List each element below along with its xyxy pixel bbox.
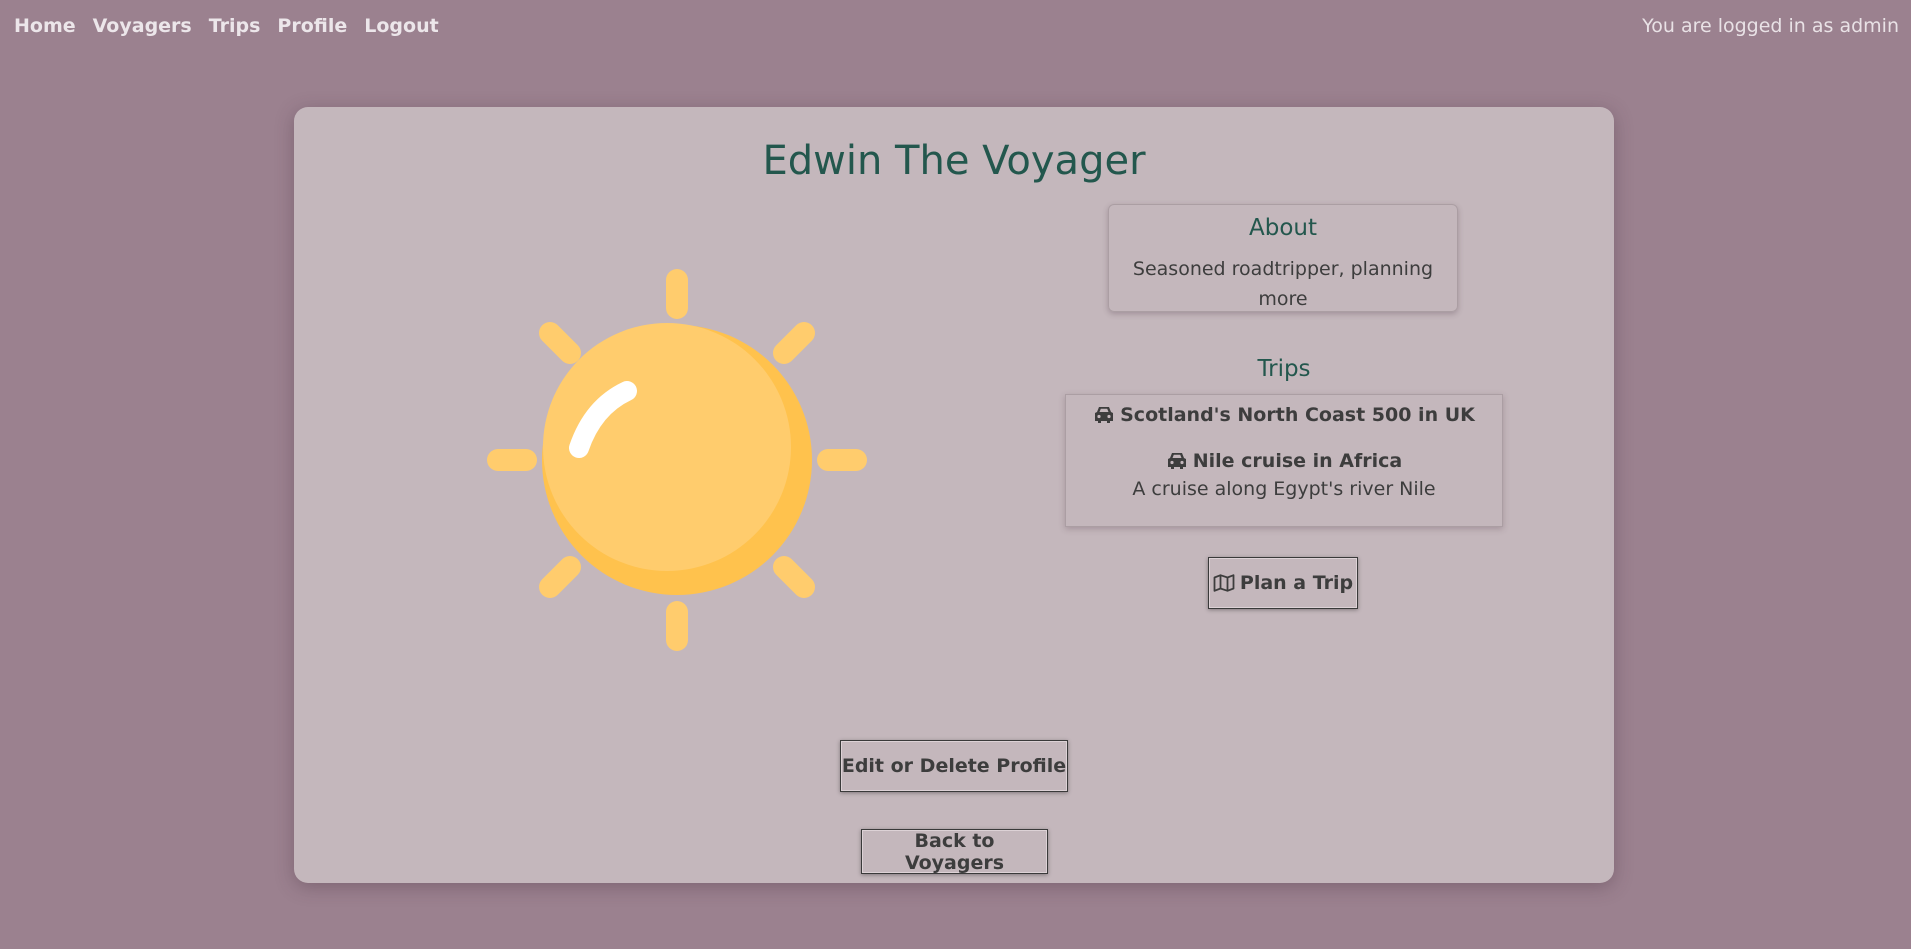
- trips-heading: Trips: [1257, 356, 1311, 382]
- navbar: Home Voyagers Trips Profile Logout You a…: [0, 0, 1911, 52]
- sun-icon: [487, 269, 867, 651]
- login-status: You are logged in as admin: [1642, 15, 1899, 37]
- about-section: About Seasoned roadtripper, planning mor…: [1108, 204, 1458, 312]
- car-icon: [1095, 407, 1114, 423]
- trip-title: Scotland's North Coast 500 in UK: [1120, 404, 1475, 426]
- profile-card: Edwin The Voyager About Seasoned roadtri…: [294, 107, 1614, 883]
- trips-list: Scotland's North Coast 500 in UK Nile cr…: [1065, 394, 1503, 527]
- nav-home-link[interactable]: Home: [14, 14, 76, 38]
- nav-trips-link[interactable]: Trips: [209, 14, 261, 38]
- back-to-voyagers-button[interactable]: Back to Voyagers: [861, 829, 1048, 874]
- trip-description: A cruise along Egypt's river Nile: [1132, 478, 1436, 500]
- trip-item[interactable]: Nile cruise in Africa A cruise along Egy…: [1066, 449, 1502, 504]
- page-title: Edwin The Voyager: [762, 138, 1146, 184]
- trip-item[interactable]: Scotland's North Coast 500 in UK: [1066, 403, 1502, 428]
- plan-trip-label: Plan a Trip: [1239, 572, 1354, 594]
- nav-links: Home Voyagers Trips Profile Logout: [14, 14, 439, 38]
- map-icon: [1213, 574, 1235, 592]
- nav-voyagers-link[interactable]: Voyagers: [93, 14, 192, 38]
- edit-profile-button[interactable]: Edit or Delete Profile: [840, 740, 1068, 792]
- about-title: About: [1248, 215, 1317, 241]
- about-text: Seasoned roadtripper, planning more: [1132, 258, 1434, 310]
- nav-logout-link[interactable]: Logout: [364, 14, 438, 38]
- avatar: [452, 235, 902, 685]
- trip-title: Nile cruise in Africa: [1192, 450, 1403, 472]
- plan-trip-button[interactable]: Plan a Trip: [1208, 557, 1358, 609]
- nav-profile-link[interactable]: Profile: [277, 14, 347, 38]
- car-icon: [1167, 453, 1186, 469]
